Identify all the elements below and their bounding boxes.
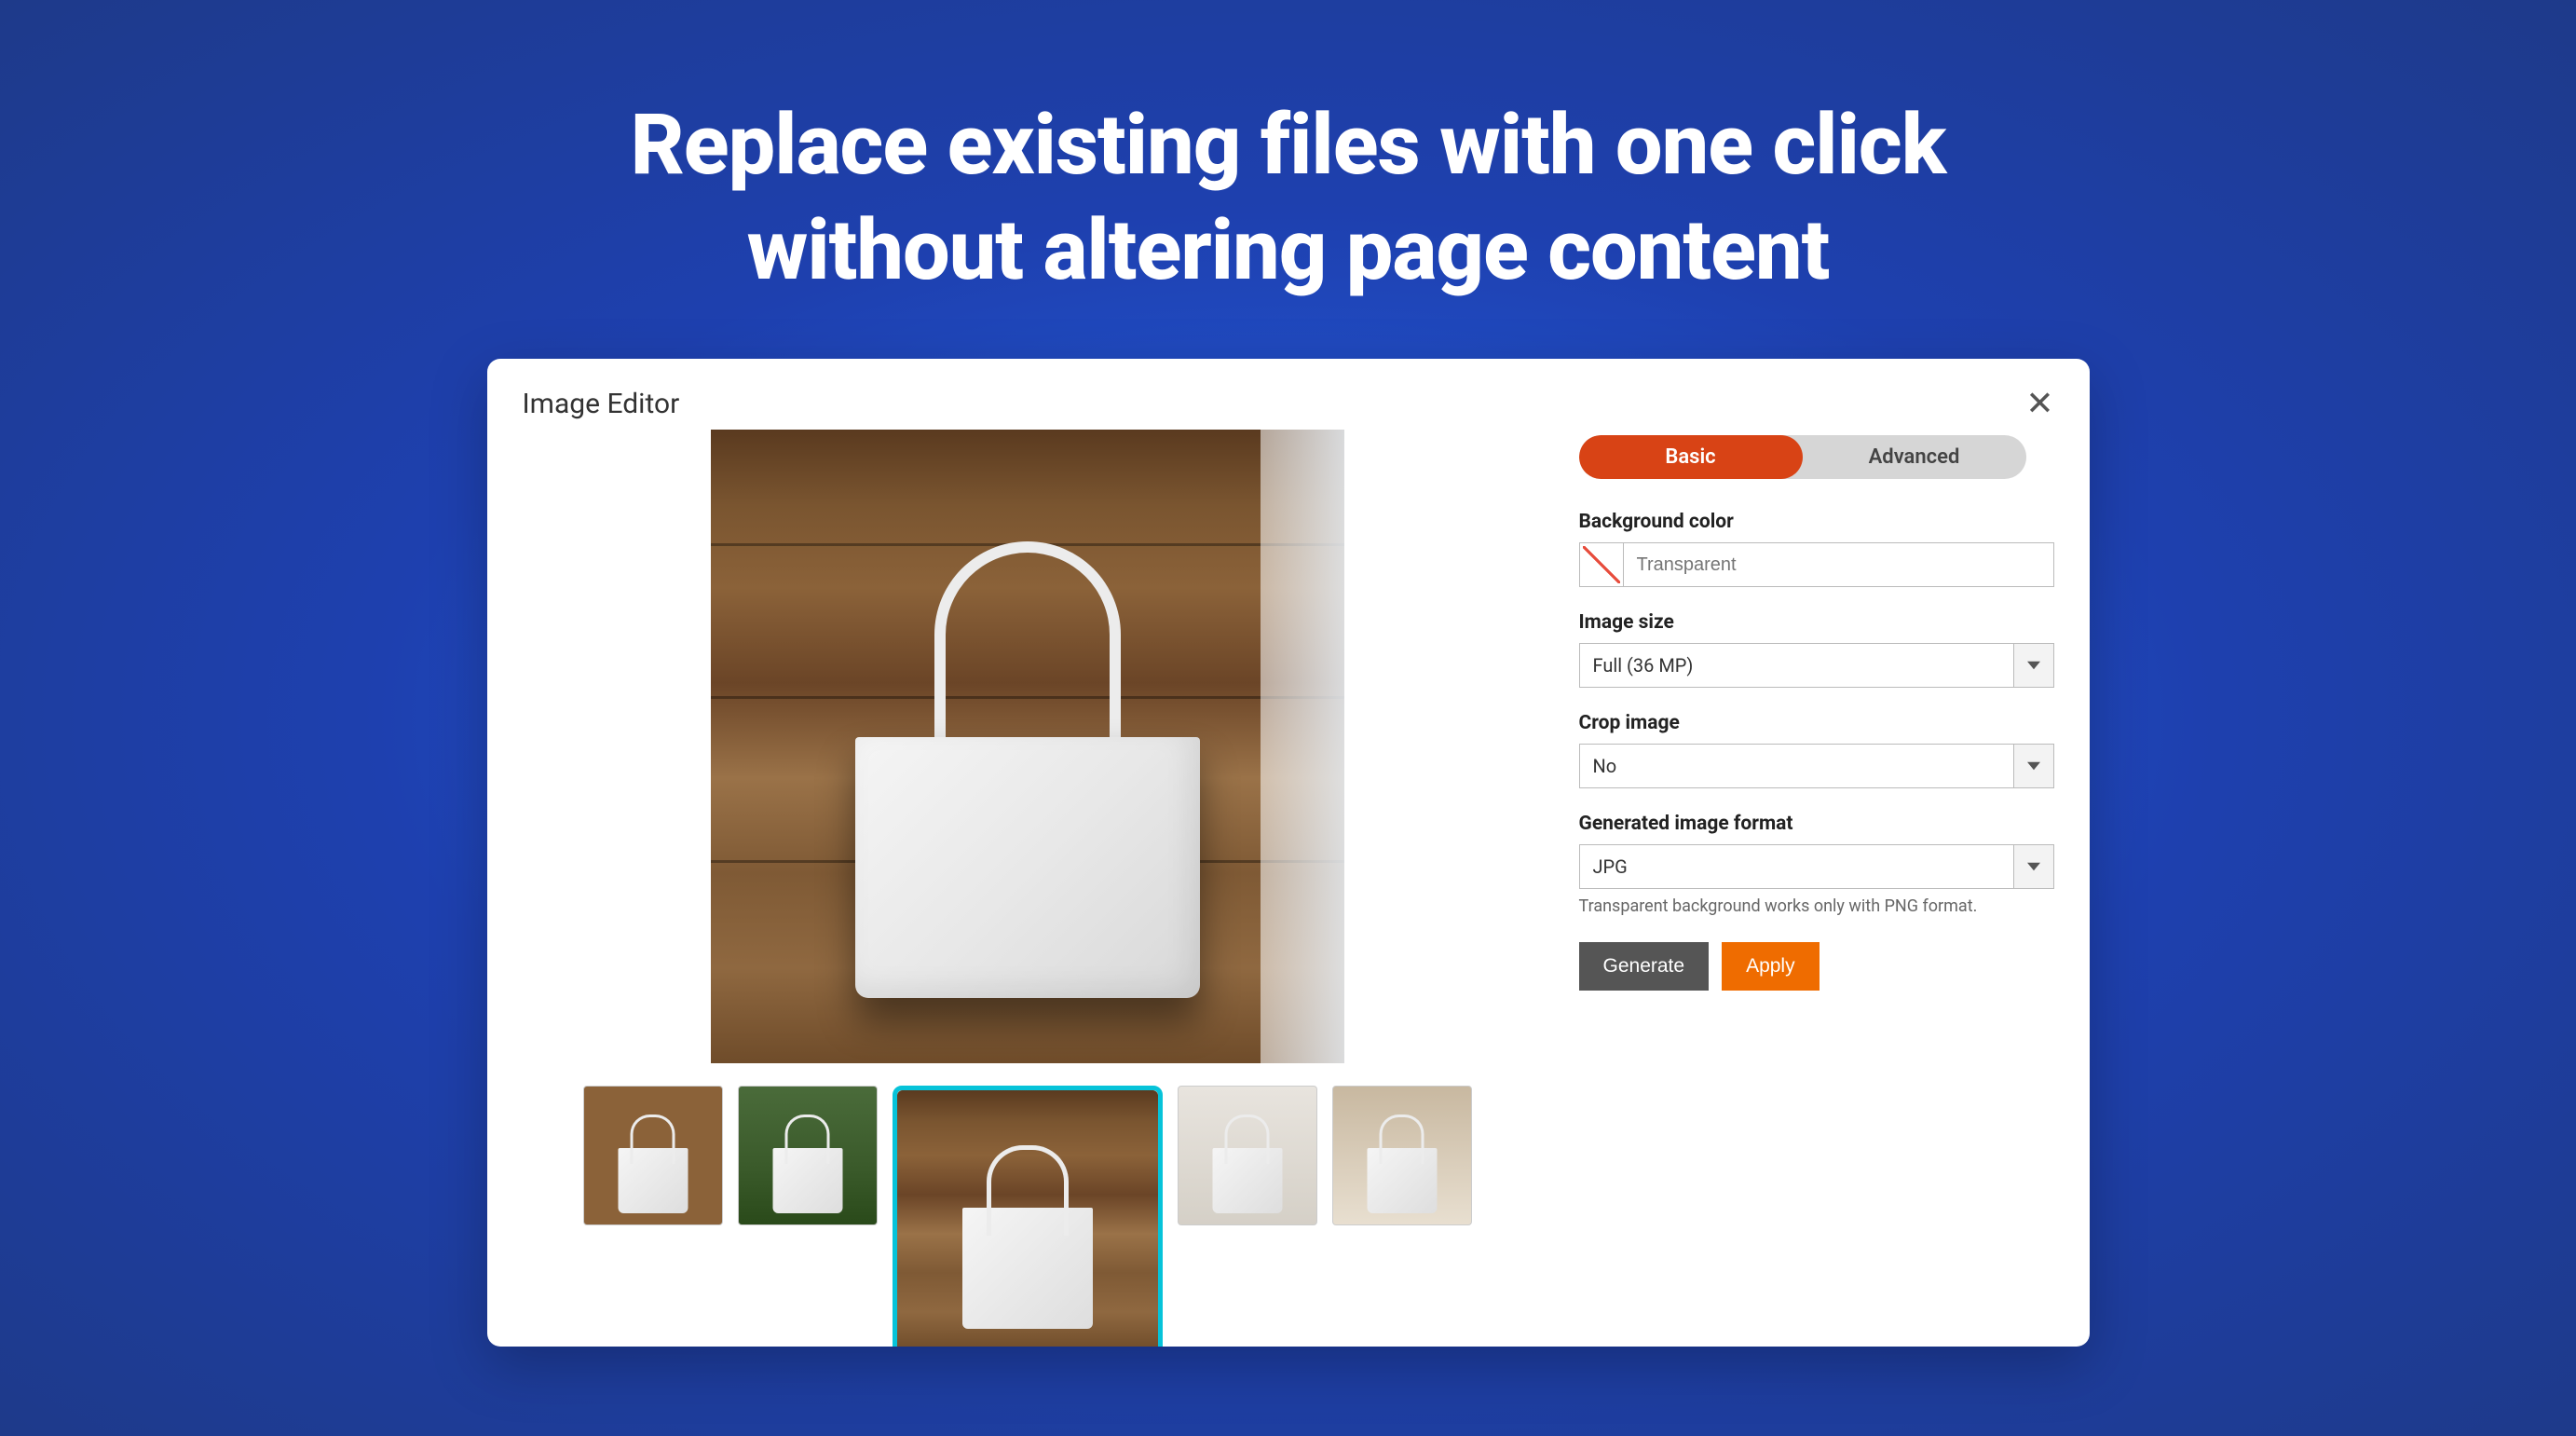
chevron-down-icon[interactable]	[2013, 643, 2054, 688]
crop-label: Crop image	[1579, 712, 2054, 734]
main-image-preview	[711, 430, 1344, 1063]
image-size-select[interactable]: Full (36 MP)	[1579, 643, 2054, 688]
image-size-label: Image size	[1579, 611, 2054, 634]
bg-color-label: Background color	[1579, 511, 2054, 533]
format-label: Generated image format	[1579, 813, 2054, 835]
mode-tabs: Basic Advanced	[1579, 435, 2026, 479]
chevron-down-icon[interactable]	[2013, 844, 2054, 889]
image-editor-panel: Image Editor ✕	[487, 359, 2090, 1347]
tab-basic[interactable]: Basic	[1579, 435, 1803, 479]
close-icon[interactable]: ✕	[2025, 387, 2053, 420]
generate-button[interactable]: Generate	[1579, 942, 1710, 991]
tab-advanced[interactable]: Advanced	[1803, 435, 2026, 479]
settings-column: Basic Advanced Background color Image si…	[1579, 430, 2054, 1347]
image-preview-column: Replace original	[523, 430, 1533, 1347]
format-hint: Transparent background works only with P…	[1579, 896, 2054, 916]
format-select[interactable]: JPG	[1579, 844, 2054, 889]
thumbnail-4[interactable]	[1178, 1086, 1317, 1225]
thumbnail-selected[interactable]: Replace original	[893, 1086, 1163, 1347]
thumbnail-2[interactable]	[738, 1086, 878, 1225]
thumbnail-1[interactable]	[583, 1086, 723, 1225]
chevron-down-icon[interactable]	[2013, 744, 2054, 788]
thumbnail-5[interactable]	[1332, 1086, 1472, 1225]
crop-value: No	[1579, 744, 2014, 788]
format-value: JPG	[1579, 844, 2014, 889]
apply-button[interactable]: Apply	[1722, 942, 1820, 991]
marketing-headline: Replace existing files with one click wi…	[631, 93, 1946, 303]
thumbnail-strip: Replace original	[583, 1086, 1472, 1347]
bg-color-input[interactable]	[1624, 542, 2054, 587]
image-size-value: Full (36 MP)	[1579, 643, 2014, 688]
crop-select[interactable]: No	[1579, 744, 2054, 788]
panel-title: Image Editor	[523, 388, 680, 420]
transparent-swatch-icon[interactable]	[1579, 542, 1624, 587]
